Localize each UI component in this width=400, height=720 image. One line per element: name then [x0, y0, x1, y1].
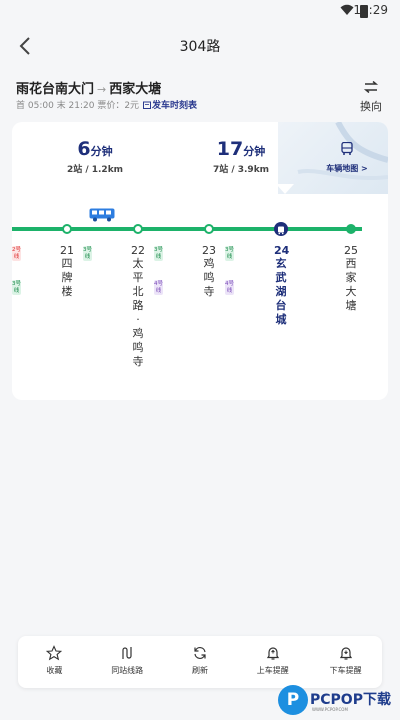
stop-number: 22	[131, 244, 145, 257]
metro-tag: 3号线	[154, 246, 163, 261]
status-time: 10:29	[353, 3, 388, 17]
vehicle-map-label: 车辆地图 >	[326, 164, 368, 173]
current-stop-dot	[274, 222, 288, 236]
nav-label: 同站线路	[111, 666, 144, 675]
eta-second: 17分钟 7站 / 3.9km	[186, 138, 296, 175]
eta-pointer	[276, 184, 294, 194]
stop-name: 玄武湖台城	[275, 257, 287, 326]
refresh-button[interactable]: 刷新	[164, 636, 237, 688]
header: 304路	[0, 28, 400, 64]
star-icon	[46, 645, 63, 661]
stop-name: 四牌楼	[61, 257, 73, 298]
eta-distance: 2站 / 1.2km	[66, 165, 124, 175]
stop-dot	[346, 224, 356, 234]
stop-item[interactable]: 22 太平北路·鸡鸣寺	[131, 244, 145, 369]
route-info: 首 05:00 末 21:20 票价：2元 发车时刻表	[16, 98, 197, 111]
bell-icon	[339, 647, 352, 660]
favorite-button[interactable]: 收藏	[18, 636, 91, 688]
route-icon	[122, 647, 132, 659]
bus-position-icon	[89, 208, 115, 222]
wifi-icon	[340, 4, 354, 15]
watermark-text: PCPOP下载	[310, 692, 391, 708]
bottom-toolbar: 收藏 同站线路 刷新 上车提醒 下车提醒	[18, 636, 382, 688]
vehicle-map-button[interactable]: 车辆地图 >	[316, 140, 378, 174]
watermark-logo: P PCPOP下载 WWW.PCPOP.COM	[276, 683, 400, 719]
switch-direction-button[interactable]: 换向	[356, 78, 386, 114]
metro-tag: 3号线	[225, 246, 234, 261]
stop-number: 23	[202, 244, 216, 257]
nav-label: 收藏	[46, 666, 63, 675]
eta-unit: 分钟	[90, 145, 113, 158]
metro-tag: 4号线	[225, 280, 234, 295]
metro-tag: 2号线	[12, 246, 21, 261]
route-direction: 雨花台南大门 → 西家大塘	[16, 78, 161, 97]
route-to: 西家大塘	[109, 82, 162, 97]
timetable-label: 发车时刻表	[152, 101, 198, 111]
page-title: 304路	[179, 39, 221, 55]
status-bar: 10:29	[0, 0, 400, 24]
switch-direction-label: 换向	[360, 100, 382, 113]
stop-item[interactable]: 21 四牌楼	[60, 244, 74, 299]
nav-label: 上车提醒	[256, 666, 289, 675]
same-stop-routes-button[interactable]: 同站线路	[91, 636, 164, 688]
stop-name: 太平北路·鸡鸣寺	[132, 257, 144, 368]
metro-tag: 4号线	[154, 280, 163, 295]
nav-label: 下车提醒	[329, 666, 362, 675]
stop-name: 鸡鸣寺	[203, 257, 215, 298]
route-arrow: →	[97, 83, 107, 96]
alight-reminder-button[interactable]: 下车提醒	[309, 636, 382, 688]
eta-minutes: 17	[216, 138, 244, 160]
route-card: 6分钟 2站 / 1.2km 17分钟 7站 / 3.9km 车辆地图 > 2号…	[12, 122, 388, 400]
stop-number: 24	[274, 244, 290, 257]
metro-tag: 3号线	[12, 280, 21, 295]
timetable-link[interactable]: 发车时刻表	[143, 101, 197, 111]
stop-number: 25	[344, 244, 358, 257]
stop-dot	[133, 224, 143, 234]
route-schedule-price: 首 05:00 末 21:20 票价：2元	[16, 101, 140, 111]
stop-name: 西家大塘	[345, 257, 357, 312]
eta-distance: 7站 / 3.9km	[212, 165, 270, 175]
stop-item-current[interactable]: 24 玄武湖台城	[274, 244, 290, 327]
route-from: 雨花台南大门	[16, 82, 95, 97]
stop-dot	[62, 224, 72, 234]
bus-icon	[341, 141, 353, 155]
calendar-icon	[143, 101, 152, 109]
bell-icon	[266, 647, 279, 660]
stop-dot	[204, 224, 214, 234]
eta-minutes: 6	[77, 138, 91, 160]
nav-label: 刷新	[191, 666, 208, 675]
metro-tag: 3号线	[83, 246, 92, 261]
watermark-mark: P	[278, 685, 308, 715]
eta-first: 6分钟 2站 / 1.2km	[40, 138, 150, 175]
watermark-subtext: WWW.PCPOP.COM	[312, 707, 348, 712]
board-reminder-button[interactable]: 上车提醒	[236, 636, 309, 688]
eta-unit: 分钟	[243, 145, 266, 158]
stop-number: 21	[60, 244, 74, 257]
refresh-icon	[194, 647, 206, 659]
swap-icon	[363, 80, 379, 94]
stop-item[interactable]: 23 鸡鸣寺	[202, 244, 216, 299]
stop-item[interactable]: 25 西家大塘	[344, 244, 358, 313]
